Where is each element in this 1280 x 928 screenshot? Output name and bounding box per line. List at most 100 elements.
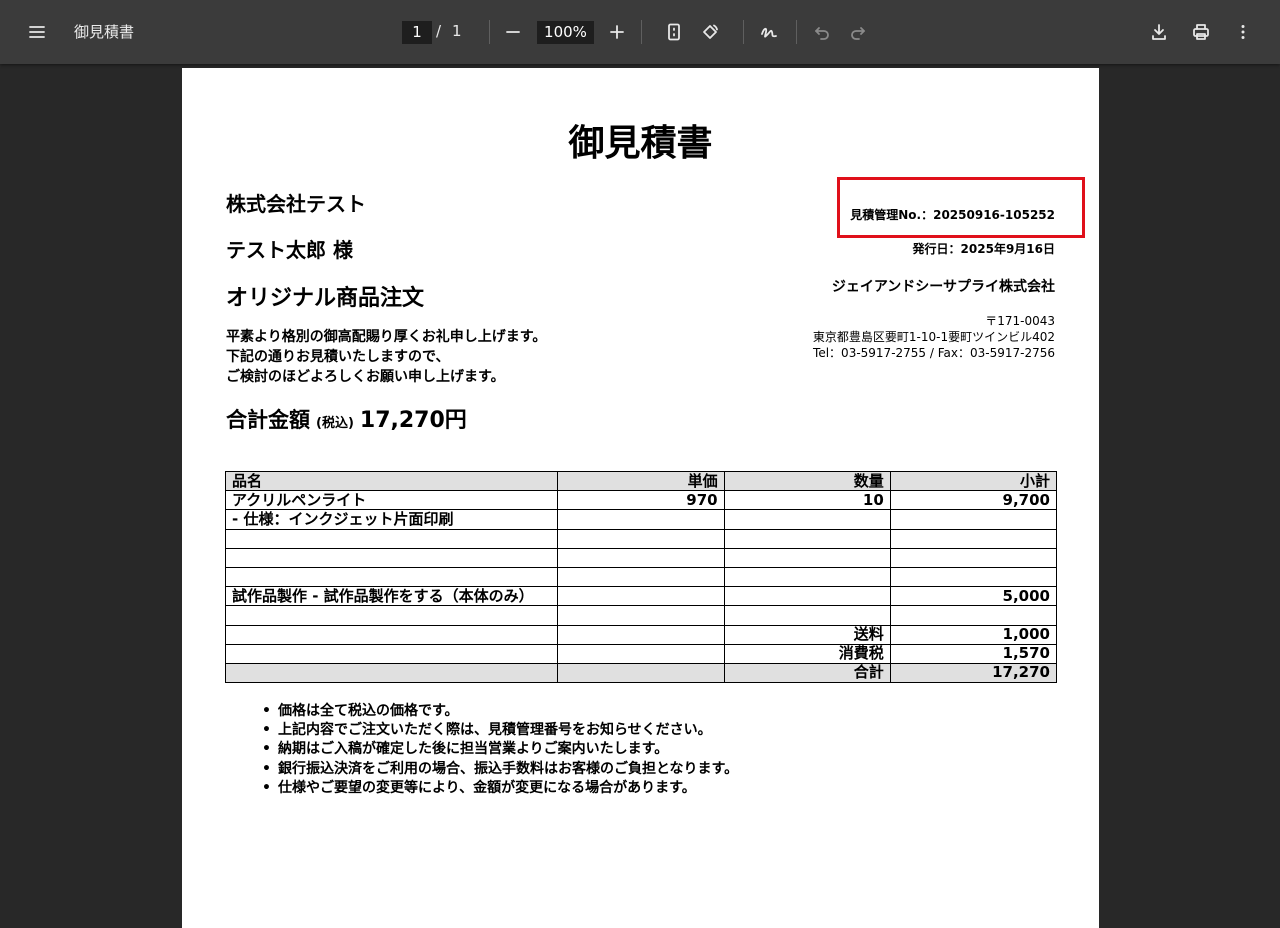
cell-item	[224, 662, 559, 684]
supplier-address: 〒171-0043 東京都豊島区要町1-10-1要町ツインビル402 Tel：0…	[813, 313, 1055, 361]
note-item: 仕様やご要望の変更等により、金額が変更になる場合があります。	[262, 779, 738, 798]
estimate-number-highlight	[837, 177, 1085, 238]
notes-list: 価格は全て税込の価格です。 上記内容でご注文いただく際は、見積管理番号をお知らせ…	[262, 702, 738, 798]
download-icon[interactable]	[1143, 16, 1175, 48]
total-amount-line: 合計金額 (税込) 17,270円	[226, 402, 467, 434]
page-separator: /	[436, 22, 442, 40]
postal-code: 〒171-0043	[985, 314, 1055, 328]
note-item: 銀行振込決済をご利用の場合、振込手数料はお客様のご負担となります。	[262, 760, 738, 779]
cell-price	[557, 586, 725, 607]
zoom-in-icon[interactable]	[601, 16, 633, 48]
draw-icon[interactable]	[753, 16, 785, 48]
cell-item: 試作品製作 - 試作品製作をする（本体のみ）	[224, 586, 559, 607]
cell-qty: 10	[723, 490, 891, 511]
cell-subtotal	[889, 566, 1058, 588]
cell-item	[224, 528, 559, 549]
cell-qty	[723, 528, 891, 549]
document-heading: 御見積書	[568, 123, 713, 164]
cell-qty	[723, 586, 891, 607]
total-amount: 17,270円	[359, 408, 467, 433]
cell-subtotal	[889, 509, 1058, 530]
street-address: 東京都豊島区要町1-10-1要町ツインビル402	[812, 330, 1055, 344]
menu-icon[interactable]	[21, 16, 53, 48]
header-quantity: 数量	[723, 470, 891, 492]
cell-qty	[723, 605, 891, 626]
cell-price: 970	[557, 490, 725, 511]
more-options-icon[interactable]	[1227, 16, 1259, 48]
rotate-icon[interactable]	[694, 16, 726, 48]
cell-item	[224, 566, 559, 588]
header-item-name: 品名	[224, 470, 559, 492]
greeting-text: 平素より格別の御高配賜り厚くお礼申し上げます。 下記の通りお見積いたしますので、…	[226, 327, 546, 387]
quote-table: 品名 単価 数量 小計 アクリルペンライト 970 10 9,700 - 仕様：インク…	[224, 470, 1058, 684]
page-total: 1	[452, 22, 462, 40]
cell-qty	[723, 566, 891, 588]
toolbar-divider	[743, 20, 744, 44]
toolbar-divider	[489, 20, 490, 44]
zoom-level-input[interactable]: 100%	[537, 21, 594, 44]
total-amount-cell: 17,270	[889, 662, 1058, 684]
tax-label: 消費税	[723, 643, 891, 664]
cell-subtotal: 5,000	[889, 586, 1058, 607]
cell-item	[224, 605, 559, 626]
table-row: - 仕様：インクジェット片面印刷	[224, 509, 1058, 530]
tax-row: 消費税 1,570	[224, 643, 1058, 664]
cell-price	[557, 528, 725, 549]
cell-price	[557, 662, 725, 684]
greeting-line: 平素より格別の御高配賜り厚くお礼申し上げます。	[226, 329, 547, 345]
page-number-input[interactable]: 1	[402, 21, 432, 44]
client-person: テスト太郎 様	[226, 238, 353, 262]
cell-item	[224, 624, 559, 645]
quote-subject: オリジナル商品注文	[226, 286, 425, 311]
total-label-cell: 合計	[723, 662, 891, 684]
cell-subtotal	[889, 528, 1058, 549]
table-row	[224, 547, 1058, 568]
cell-price	[557, 624, 725, 645]
shipping-amount: 1,000	[889, 624, 1058, 645]
tax-amount: 1,570	[889, 643, 1058, 664]
cell-price	[557, 566, 725, 588]
zoom-out-icon[interactable]	[497, 16, 529, 48]
total-row: 合計 17,270	[224, 662, 1058, 684]
header-subtotal: 小計	[889, 470, 1058, 492]
table-row	[224, 528, 1058, 549]
document-title: 御見積書	[74, 23, 135, 41]
cell-subtotal	[889, 547, 1058, 568]
tax-included-label: (税込)	[316, 416, 354, 431]
print-icon[interactable]	[1185, 16, 1217, 48]
cell-item: - 仕様：インクジェット片面印刷	[224, 509, 559, 530]
supplier-name: ジェイアンドシーサプライ株式会社	[831, 279, 1055, 295]
client-company: 株式会社テスト	[226, 192, 366, 216]
greeting-line: ご検討のほどよろしくお願い申し上げます。	[226, 369, 505, 385]
shipping-label: 送料	[723, 624, 891, 645]
cell-qty	[723, 509, 891, 530]
cell-subtotal: 9,700	[889, 490, 1058, 511]
cell-item: アクリルペンライト	[224, 490, 559, 511]
tel-fax: Tel：03-5917-2755 / Fax：03-5917-2756	[813, 346, 1055, 360]
pdf-toolbar: 御見積書 1 / 1 100%	[0, 0, 1280, 64]
total-label: 合計金額	[226, 408, 310, 432]
cell-price	[557, 547, 725, 568]
table-header-row: 品名 単価 数量 小計	[224, 470, 1058, 492]
cell-item	[224, 547, 559, 568]
shipping-row: 送料 1,000	[224, 624, 1058, 645]
issue-date: 発行日：2025年9月16日	[912, 242, 1055, 256]
cell-item	[224, 643, 559, 664]
table-row	[224, 566, 1058, 588]
note-item: 上記内容でご注文いただく際は、見積管理番号をお知らせください。	[262, 721, 738, 740]
cell-price	[557, 605, 725, 626]
greeting-line: 下記の通りお見積いたしますので、	[226, 349, 450, 365]
toolbar-divider	[796, 20, 797, 44]
table-row: 試作品製作 - 試作品製作をする（本体のみ） 5,000	[224, 586, 1058, 607]
table-row: アクリルペンライト 970 10 9,700	[224, 490, 1058, 511]
cell-qty	[723, 547, 891, 568]
toolbar-divider	[641, 20, 642, 44]
redo-icon[interactable]	[842, 16, 874, 48]
undo-icon[interactable]	[806, 16, 838, 48]
cell-price	[557, 643, 725, 664]
header-unit-price: 単価	[557, 470, 725, 492]
note-item: 納期はご入稿が確定した後に担当営業よりご案内いたします。	[262, 740, 738, 759]
table-row	[224, 605, 1058, 626]
fit-page-icon[interactable]	[658, 16, 690, 48]
cell-subtotal	[889, 605, 1058, 626]
